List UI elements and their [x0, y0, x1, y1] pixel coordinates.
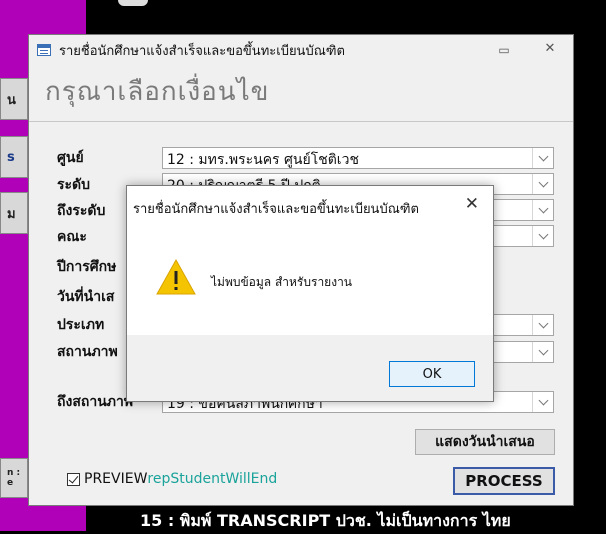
chevron-down-icon[interactable] — [532, 392, 553, 412]
ok-button[interactable]: OK — [389, 361, 475, 387]
background-menu-text: 15 : พิมพ์ TRANSCRIPT ปวช. ไม่เป็นทางการ… — [140, 511, 511, 530]
background-top-bar — [0, 0, 606, 34]
window-title: รายชื่อนักศึกษาแจ้งสำเร็จและขอขึ้นทะเบีย… — [59, 43, 345, 59]
dialog-title: รายชื่อนักศึกษาแจ้งสำเร็จและขอขึ้นทะเบีย… — [133, 202, 419, 217]
background-tab[interactable]: น — [0, 78, 28, 120]
page-title: กรุณาเลือกเงื่อนไข — [45, 77, 270, 107]
background-tab[interactable]: s — [0, 136, 28, 178]
chevron-down-icon[interactable] — [532, 174, 553, 194]
report-name: repStudentWillEnd — [147, 471, 278, 487]
preview-label: PREVIEW — [84, 471, 148, 487]
field-label: ศูนย์ — [57, 150, 84, 166]
center-combo[interactable]: 12 : มทร.พระนคร ศูนย์โชติเวช — [162, 147, 554, 169]
close-icon[interactable]: ✕ — [465, 194, 479, 214]
chevron-down-icon[interactable] — [532, 148, 553, 168]
chevron-down-icon[interactable] — [532, 200, 553, 220]
minimize-icon[interactable]: ▭ — [495, 43, 513, 57]
window-title-bar: รายชื่อนักศึกษาแจ้งสำเร็จและขอขึ้นทะเบีย… — [29, 35, 573, 65]
chevron-down-icon[interactable] — [532, 226, 553, 246]
message-dialog: รายชื่อนักศึกษาแจ้งสำเร็จและขอขึ้นทะเบีย… — [126, 185, 494, 402]
dialog-footer: OK — [127, 335, 493, 401]
preview-checkbox[interactable] — [67, 472, 80, 486]
process-button[interactable]: PROCESS — [453, 467, 555, 495]
preview-checkbox-row[interactable]: PREVIEW repStudentWillEnd — [67, 471, 277, 487]
dialog-message: ไม่พบข้อมูล สำหรับรายงาน — [211, 275, 353, 289]
form-icon — [37, 44, 51, 56]
warning-icon — [155, 258, 197, 300]
chevron-down-icon[interactable] — [532, 342, 553, 362]
divider — [29, 121, 573, 122]
close-icon[interactable]: ✕ — [541, 41, 559, 57]
show-date-button[interactable]: แสดงวันนำเสนอ — [415, 429, 555, 455]
background-tab[interactable]: ม — [0, 192, 28, 234]
field-center: ศูนย์ — [57, 146, 161, 170]
background-tab[interactable]: n : e — [0, 458, 28, 498]
background-fragment — [118, 0, 148, 6]
combo-value: 12 : มทร.พระนคร ศูนย์โชติเวช — [167, 152, 359, 168]
chevron-down-icon[interactable] — [532, 315, 553, 335]
